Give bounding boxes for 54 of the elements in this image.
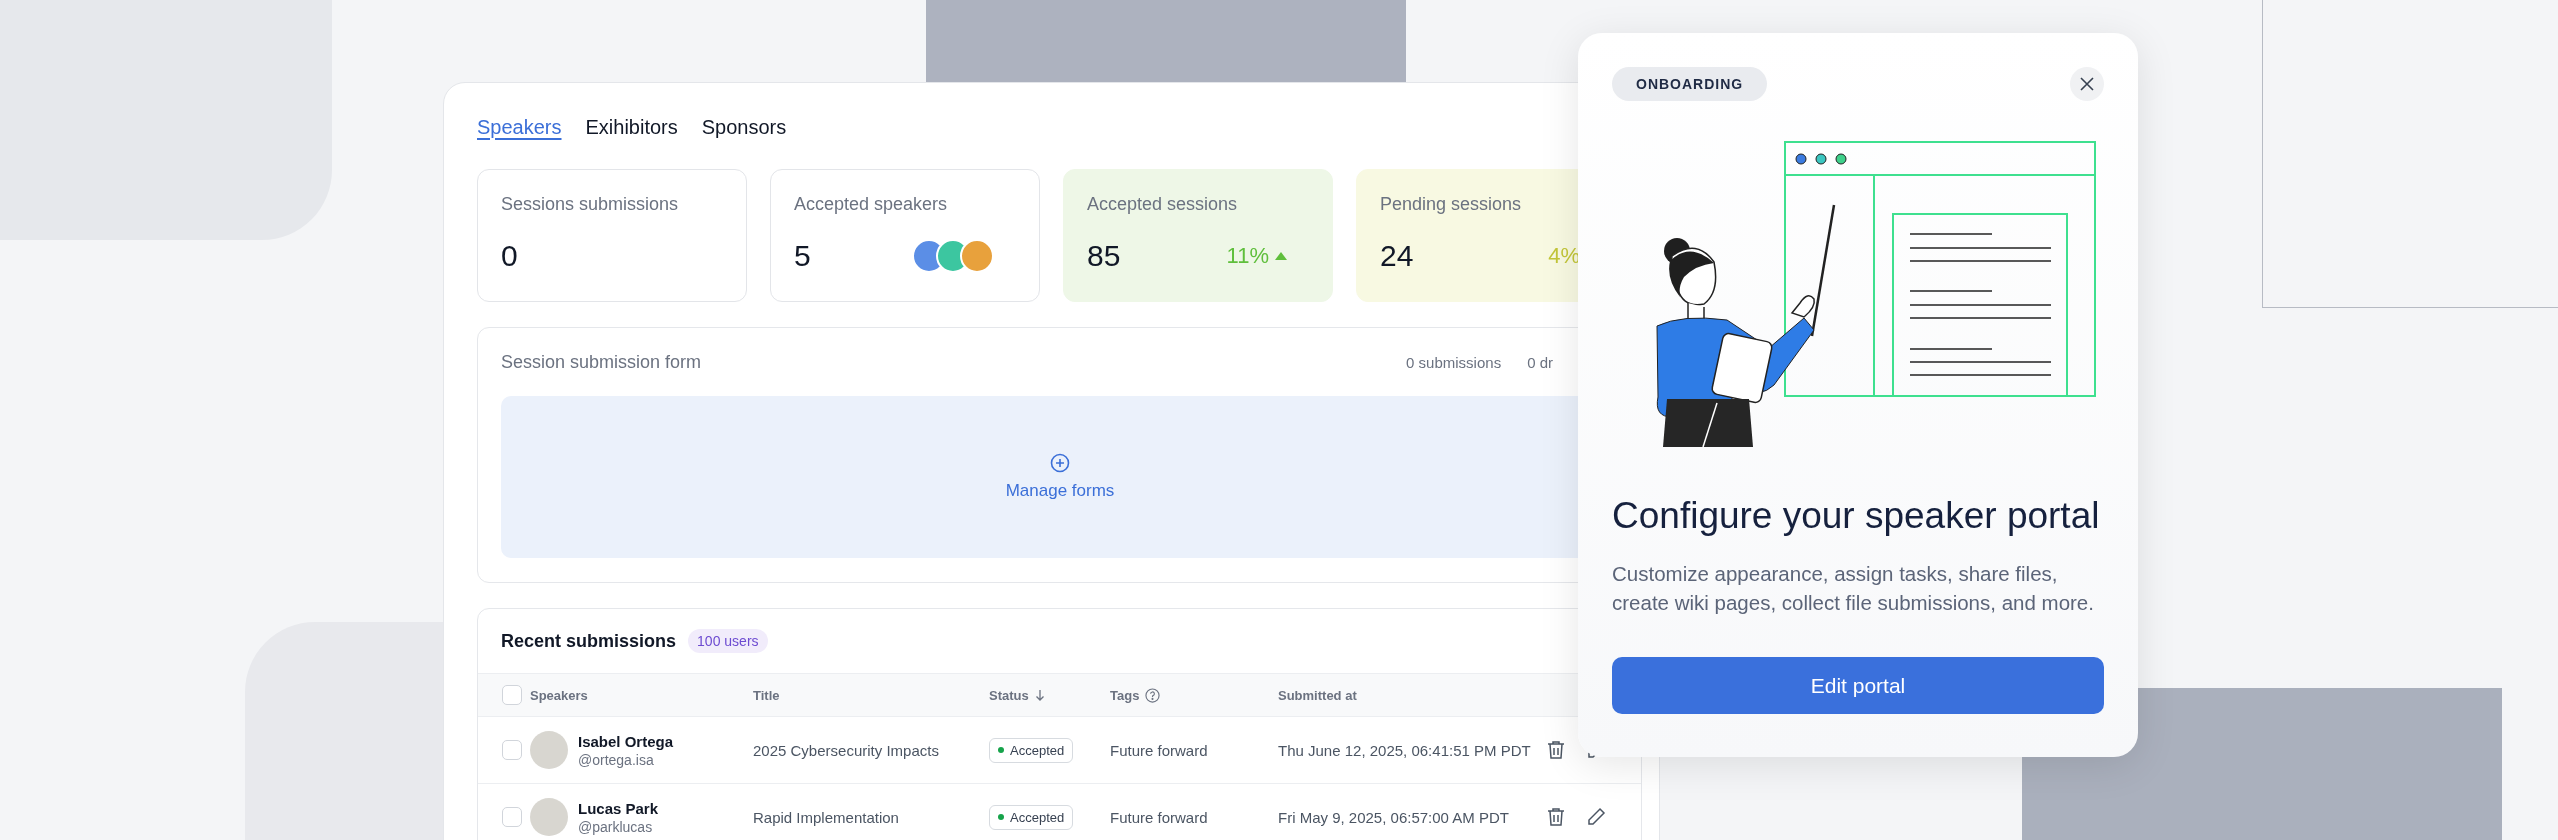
column-header[interactable]: Submitted at <box>1278 687 1547 703</box>
speaker-name: Isabel Ortega <box>578 732 674 750</box>
stat-value: 24 <box>1380 239 1414 273</box>
column-header[interactable]: Title <box>753 687 989 703</box>
pencil-icon[interactable] <box>1587 807 1606 826</box>
edit-portal-button[interactable]: Edit portal <box>1612 657 2104 714</box>
tab[interactable]: Speakers <box>477 115 562 139</box>
status-badge: Accepted <box>989 804 1074 830</box>
stat-label: Accepted sessions <box>1087 194 1239 215</box>
down-arrow-icon <box>1034 689 1045 701</box>
avatar <box>530 798 568 836</box>
table-cell-text: Rapid Implementation <box>753 808 900 826</box>
close-icon <box>2079 76 2095 92</box>
panel-title: Session submission form <box>501 351 702 373</box>
count-text: 0 dr <box>1527 353 1553 371</box>
stat-value: 0 <box>501 239 518 273</box>
stat-value: 5 <box>794 239 811 273</box>
table-cell-text: Future forward <box>1110 808 1209 826</box>
stat-label: Sessions submissions <box>501 194 680 215</box>
status-badge: Accepted <box>989 737 1074 763</box>
onboarding-badge: ONBOARDING <box>1612 67 1768 101</box>
panel-title: Recent submissions <box>501 630 677 652</box>
manage-forms-link[interactable]: Manage forms <box>1005 481 1115 501</box>
stat-label: Pending sessions <box>1380 194 1523 215</box>
column-header[interactable]: Status <box>989 687 1110 703</box>
close-button[interactable] <box>2070 67 2104 101</box>
trash-icon[interactable] <box>1547 740 1565 760</box>
plus-circle-icon <box>1050 453 1070 473</box>
stat-value: 85 <box>1087 239 1121 273</box>
change-value: 4% <box>1548 243 1580 269</box>
speaker-handle: @parklucas <box>578 818 654 835</box>
speaker-handle: @ortega.isa <box>578 751 655 768</box>
count-text: 0 submissions <box>1406 353 1502 371</box>
checkbox[interactable] <box>502 740 522 760</box>
change-value: 11% <box>1226 243 1287 269</box>
help-icon <box>1145 687 1161 703</box>
tab[interactable]: Sponsors <box>701 115 787 139</box>
trash-icon[interactable] <box>1547 807 1565 827</box>
table-cell-text: Future forward <box>1110 741 1209 759</box>
column-header[interactable]: Tags <box>1110 687 1278 703</box>
column-header[interactable]: Speakers <box>530 687 753 703</box>
checkbox[interactable] <box>502 807 522 827</box>
speaker-name: Lucas Park <box>578 799 659 817</box>
checkbox[interactable] <box>502 685 522 705</box>
table-cell-text: Fri May 9, 2025, 06:57:00 AM PDT <box>1278 808 1510 826</box>
count-badge: 100 users <box>688 629 768 653</box>
up-triangle-icon <box>1275 252 1287 260</box>
popup-description: Customize appearance, assign tasks, share files, create wiki pages, collect file submissions, and more. <box>1612 561 2095 616</box>
table-cell-text: 2025 Cybersecurity Impacts <box>753 741 940 759</box>
stat-label: Accepted speakers <box>794 194 949 215</box>
tab[interactable]: Exihibitors <box>585 115 678 139</box>
popup-title: Configure your speaker portal <box>1612 495 2101 537</box>
avatar <box>530 731 568 769</box>
table-cell-text: Thu June 12, 2025, 06:41:51 PM PDT <box>1278 741 1532 759</box>
